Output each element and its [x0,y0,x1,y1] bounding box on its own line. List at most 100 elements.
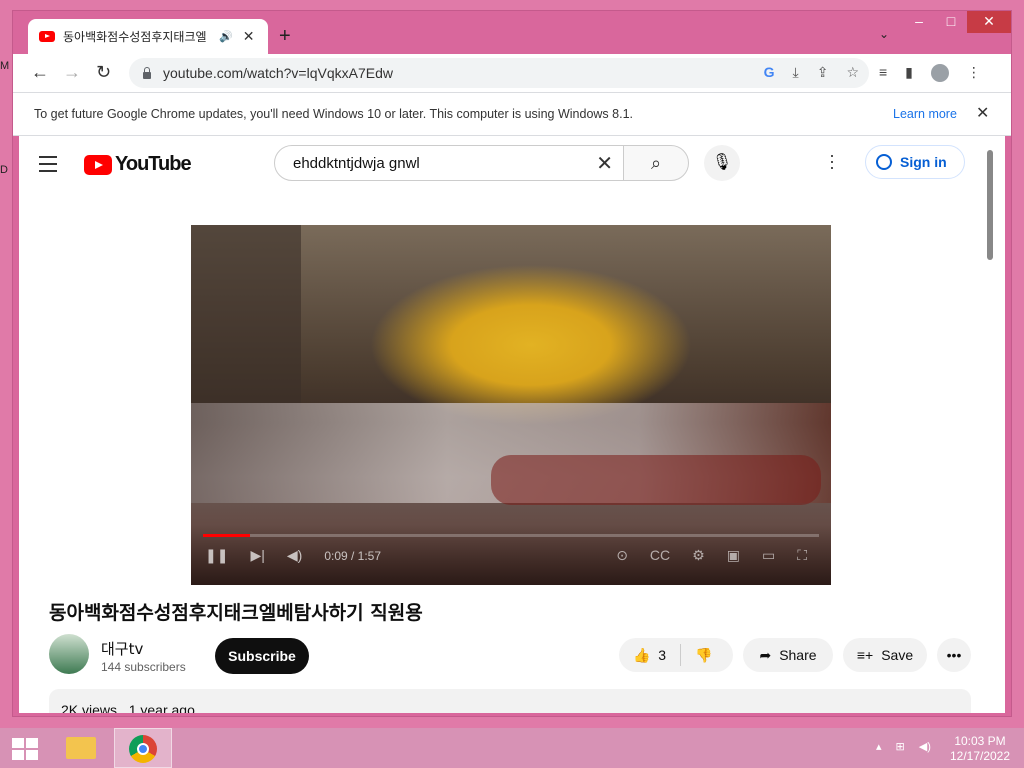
new-tab-button[interactable]: + [279,25,291,48]
tab-close-icon[interactable]: ✕ [243,28,255,45]
upload-age: 1 year ago [128,702,195,713]
google-lens-icon[interactable]: G [764,64,775,81]
theater-mode-icon[interactable]: ▭ [762,547,775,564]
clock-time: 10:03 PM [954,734,1006,748]
captions-icon[interactable]: CC [650,547,670,564]
clock-date: 12/17/2022 [949,749,1011,763]
youtube-favicon-icon [39,31,55,42]
voice-search-mic-icon[interactable]: 🎙 [704,145,740,181]
install-icon[interactable]: ⤓ [793,64,799,81]
share-page-icon[interactable]: ⇪ [817,64,829,81]
time-display: 0:09 / 1:57 [324,548,382,563]
settings-gear-icon[interactable]: ⚙ [692,547,705,564]
infobar-close-icon[interactable]: ✕ [976,103,989,123]
share-arrow-icon: ➦ [759,646,772,663]
browser-menu-icon[interactable]: ⋮ [967,64,981,82]
volume-icon[interactable]: ◀) [287,547,302,564]
update-infobar: To get future Google Chrome updates, you… [13,92,1011,136]
search-icon: ⌕ [650,153,662,173]
like-button[interactable]: 👍 3 [619,638,680,672]
save-label: Save [881,647,914,663]
autoplay-toggle-icon[interactable]: ⊙ [616,547,628,564]
browser-window: 동아백화점수성점후지태크엘 🔊 ✕ + ⌄ – □ ✕ ← → ↻ youtub… [12,10,1012,717]
maximize-button[interactable]: □ [935,11,967,33]
browser-toolbar: ← → ↻ youtube.com/watch?v=lqVqkxA7Edw G … [13,54,1011,92]
more-horiz-icon: ••• [946,647,962,663]
tab-strip: 동아백화점수성점후지태크엘 🔊 ✕ + ⌄ – □ ✕ [13,11,1011,54]
chrome-icon [129,735,157,763]
menu-hamburger-icon[interactable] [39,156,57,177]
desktop-edge-glyph: D [0,164,8,176]
tray-expand-icon[interactable]: ▴ [876,740,882,753]
windows-start-icon[interactable] [12,738,38,760]
subscriber-count: 144 subscribers [101,660,186,674]
view-count: 2K views [61,702,118,713]
search-input[interactable] [291,153,595,173]
window-close-button[interactable]: ✕ [967,11,1011,33]
thumbs-up-icon: 👍 [633,646,651,663]
miniplayer-icon[interactable]: ▣ [727,547,740,564]
taskbar-file-explorer[interactable] [52,728,110,768]
dislike-button[interactable]: 👎 [681,638,726,672]
fullscreen-icon[interactable]: ⛶ [797,547,807,564]
progress-fill [203,534,251,537]
save-button[interactable]: ≡+ Save [843,638,927,672]
taskbar-clock[interactable]: 10:03 PM 12/17/2022 [940,734,1020,764]
windows-taskbar: ▴ ⊞ ◀) 10:03 PM 12/17/2022 [0,728,1024,768]
player-controls: ❚❚ ▶| ◀) 0:09 / 1:57 ⊙ CC ⚙ ▣ ▭ ⛶ [191,525,831,585]
tab-search-chevron-icon[interactable]: ⌄ [879,27,889,41]
search-field[interactable]: ✕ [274,145,624,181]
address-bar[interactable]: youtube.com/watch?v=lqVqkxA7Edw G ⤓ ⇪ ☆ [129,58,869,88]
bookmark-star-icon[interactable]: ☆ [846,64,859,81]
back-arrow-icon[interactable]: ← [31,62,49,83]
profile-avatar-icon[interactable] [930,64,949,82]
share-label: Share [779,647,817,663]
progress-bar[interactable] [203,534,819,537]
view-stats: 2K views 1 year ago [61,702,195,713]
sign-in-label: Sign in [900,154,947,170]
video-frame-shape [491,455,821,505]
like-dislike-group: 👍 3 👎 [619,638,733,672]
youtube-page: YouTube ✕ ⌕ 🎙 ··· Sign in ❚❚ ▶| ◀) 0:09 [19,136,1005,713]
channel-name[interactable]: 대구tv [101,638,143,659]
page-scrollbar[interactable] [987,150,993,260]
clear-search-icon[interactable]: ✕ [596,151,613,176]
lock-icon[interactable] [143,66,151,79]
network-icon[interactable]: ⊞ [896,740,905,753]
url-text[interactable]: youtube.com/watch?v=lqVqkxA7Edw [163,65,393,81]
like-count: 3 [658,647,667,663]
pause-icon[interactable]: ❚❚ [205,547,228,564]
thumbs-down-icon: 👎 [695,646,713,663]
media-control-icon[interactable]: ≡ [879,64,887,82]
share-button[interactable]: ➦ Share [743,638,833,672]
subscribe-button[interactable]: Subscribe [215,638,309,674]
youtube-logo[interactable]: YouTube [84,153,192,176]
side-panel-icon[interactable]: ▮ [905,64,913,82]
tab-title: 동아백화점수성점후지태크엘 [63,30,207,44]
tab-youtube[interactable]: 동아백화점수성점후지태크엘 🔊 ✕ [28,19,268,54]
reload-icon[interactable]: ↻ [96,62,111,83]
youtube-wordmark: YouTube [115,153,192,175]
settings-kebab-icon[interactable]: · · · [829,146,835,176]
desktop-edge-glyph: M [0,60,10,72]
minimize-button[interactable]: – [903,11,935,33]
taskbar-chrome[interactable] [114,728,172,768]
account-circle-icon [876,154,892,170]
sign-in-button[interactable]: Sign in [865,145,965,179]
next-icon[interactable]: ▶| [250,547,264,564]
learn-more-link[interactable]: Learn more [893,107,957,121]
forward-arrow-icon[interactable]: → [63,62,81,83]
video-title: 동아백화점수성점후지태크엘베탐사하기 직원용 [49,602,423,624]
infobar-message: To get future Google Chrome updates, you… [34,107,633,121]
video-frame-shape [191,225,301,425]
folder-icon [66,737,96,759]
description-box[interactable]: 2K views 1 year ago [49,689,971,713]
speaker-icon[interactable]: 🔊 [219,30,233,43]
volume-tray-icon[interactable]: ◀) [919,740,931,753]
search-button[interactable]: ⌕ [623,145,689,181]
channel-avatar[interactable] [49,634,89,674]
system-tray: ▴ ⊞ ◀) [876,740,931,753]
more-actions-button[interactable]: ••• [937,638,971,672]
video-player[interactable]: ❚❚ ▶| ◀) 0:09 / 1:57 ⊙ CC ⚙ ▣ ▭ ⛶ [191,225,831,585]
youtube-play-logo-icon [84,154,112,175]
